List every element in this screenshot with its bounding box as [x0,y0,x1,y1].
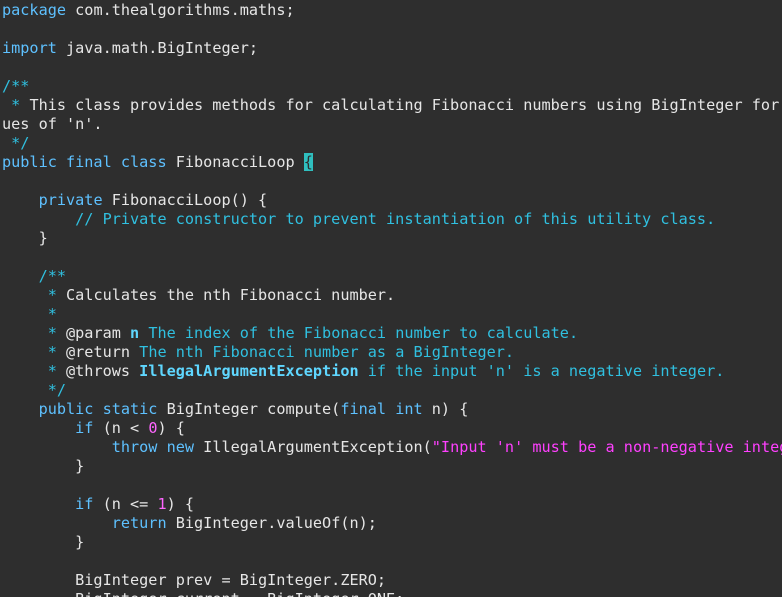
code-line[interactable]: * @throws IllegalArgumentException if th… [2,362,725,381]
code-text: IllegalArgumentException( [194,438,432,456]
code-line[interactable]: throw new IllegalArgumentException("Inpu… [2,438,782,457]
code-line[interactable]: return BigInteger.valueOf(n); [2,514,377,533]
code-comment: * [47,343,67,361]
code-comment: */ [47,381,67,399]
code-comment: * [47,362,67,380]
code-text: BigInteger prev = BigInteger.ZERO; [2,571,387,589]
code-keyword: package [2,1,67,19]
code-line[interactable]: // Private constructor to prevent instan… [2,210,715,229]
code-line[interactable]: } [2,533,84,552]
code-string: "Input 'n' must be a non-negative intege [431,438,782,456]
code-text: Calculates the nth Fibonacci number. [66,286,396,304]
code-text: java.math.BigInteger; [56,39,259,57]
code-comment: // Private constructor to prevent instan… [75,210,716,228]
code-keyword: import [2,39,57,57]
text-cursor: { [303,153,313,171]
code-line[interactable]: BigInteger current = BigInteger.ONE; [2,590,404,597]
code-line[interactable]: private FibonacciLoop() { [2,191,268,210]
code-line[interactable]: public final class FibonacciLoop { [2,153,313,172]
code-text: @return [66,343,131,361]
code-line[interactable]: */ [2,134,29,153]
code-comment: if the input 'n' is a negative integer. [358,362,725,380]
code-line[interactable]: public static BigInteger compute(final i… [2,400,469,419]
code-line[interactable]: if (n < 0) { [2,419,185,438]
code-keyword: public final class [2,153,167,171]
code-comment: The nth Fibonacci number as a BigInteger… [130,343,515,361]
code-comment: * [47,305,57,323]
code-line[interactable]: } [2,229,48,248]
code-text: ) { [166,495,195,513]
code-doc-tag: n [130,324,140,342]
code-text: @throws [66,362,140,380]
code-line[interactable]: } [2,457,84,476]
code-comment: */ [2,134,30,152]
code-line[interactable]: /** [2,77,29,96]
code-keyword: if [75,495,94,513]
code-comment: /** [2,77,30,95]
code-line[interactable]: import java.math.BigInteger; [2,39,258,58]
code-line[interactable]: */ [2,381,66,400]
code-text: ues of 'n'. [2,115,103,133]
code-comment: * [47,286,67,304]
code-comment: /** [38,267,67,285]
code-comment: * [47,324,67,342]
code-text: BigInteger current = BigInteger.ONE; [2,590,404,597]
code-line[interactable]: * @param n The index of the Fibonacci nu… [2,324,578,343]
code-text: BigInteger compute( [157,400,341,418]
code-line[interactable]: ues of 'n'. [2,115,103,134]
code-keyword: final int [340,400,423,418]
code-line[interactable]: if (n <= 1) { [2,495,194,514]
code-text: } [2,457,85,475]
code-text: @param [66,324,131,342]
code-number: 1 [157,495,167,513]
code-comment: * [2,96,30,114]
code-keyword: public static [38,400,158,418]
code-editor[interactable]: package com.thealgorithms.maths; import j… [0,0,782,597]
code-text: FibonacciLoop [166,153,304,171]
code-text: } [2,533,85,551]
code-text: ) { [157,419,185,437]
code-text: FibonacciLoop() { [102,191,268,209]
code-line[interactable]: * @return The nth Fibonacci number as a … [2,343,514,362]
code-keyword: private [38,191,103,209]
code-text: This class provides methods for calculat… [29,96,782,114]
code-text: (n < [93,419,149,437]
code-text: (n <= [93,495,158,513]
code-text: } [2,229,48,247]
code-keyword: return [111,514,167,532]
code-text: n) { [422,400,469,418]
code-line[interactable]: * [2,305,57,324]
code-line[interactable]: BigInteger prev = BigInteger.ZERO; [2,571,386,590]
code-doc-tag: IllegalArgumentException [139,362,359,380]
code-line[interactable]: /** [2,267,66,286]
code-keyword: throw new [111,438,195,456]
code-line[interactable]: * Calculates the nth Fibonacci number. [2,286,395,305]
code-comment: The index of the Fibonacci number to cal… [139,324,579,342]
code-text: BigInteger.valueOf(n); [166,514,377,532]
code-line[interactable]: package com.thealgorithms.maths; [2,1,295,20]
code-keyword: if [75,419,94,437]
code-line[interactable]: * This class provides methods for calcul… [2,96,782,115]
code-text: com.thealgorithms.maths; [66,1,295,19]
